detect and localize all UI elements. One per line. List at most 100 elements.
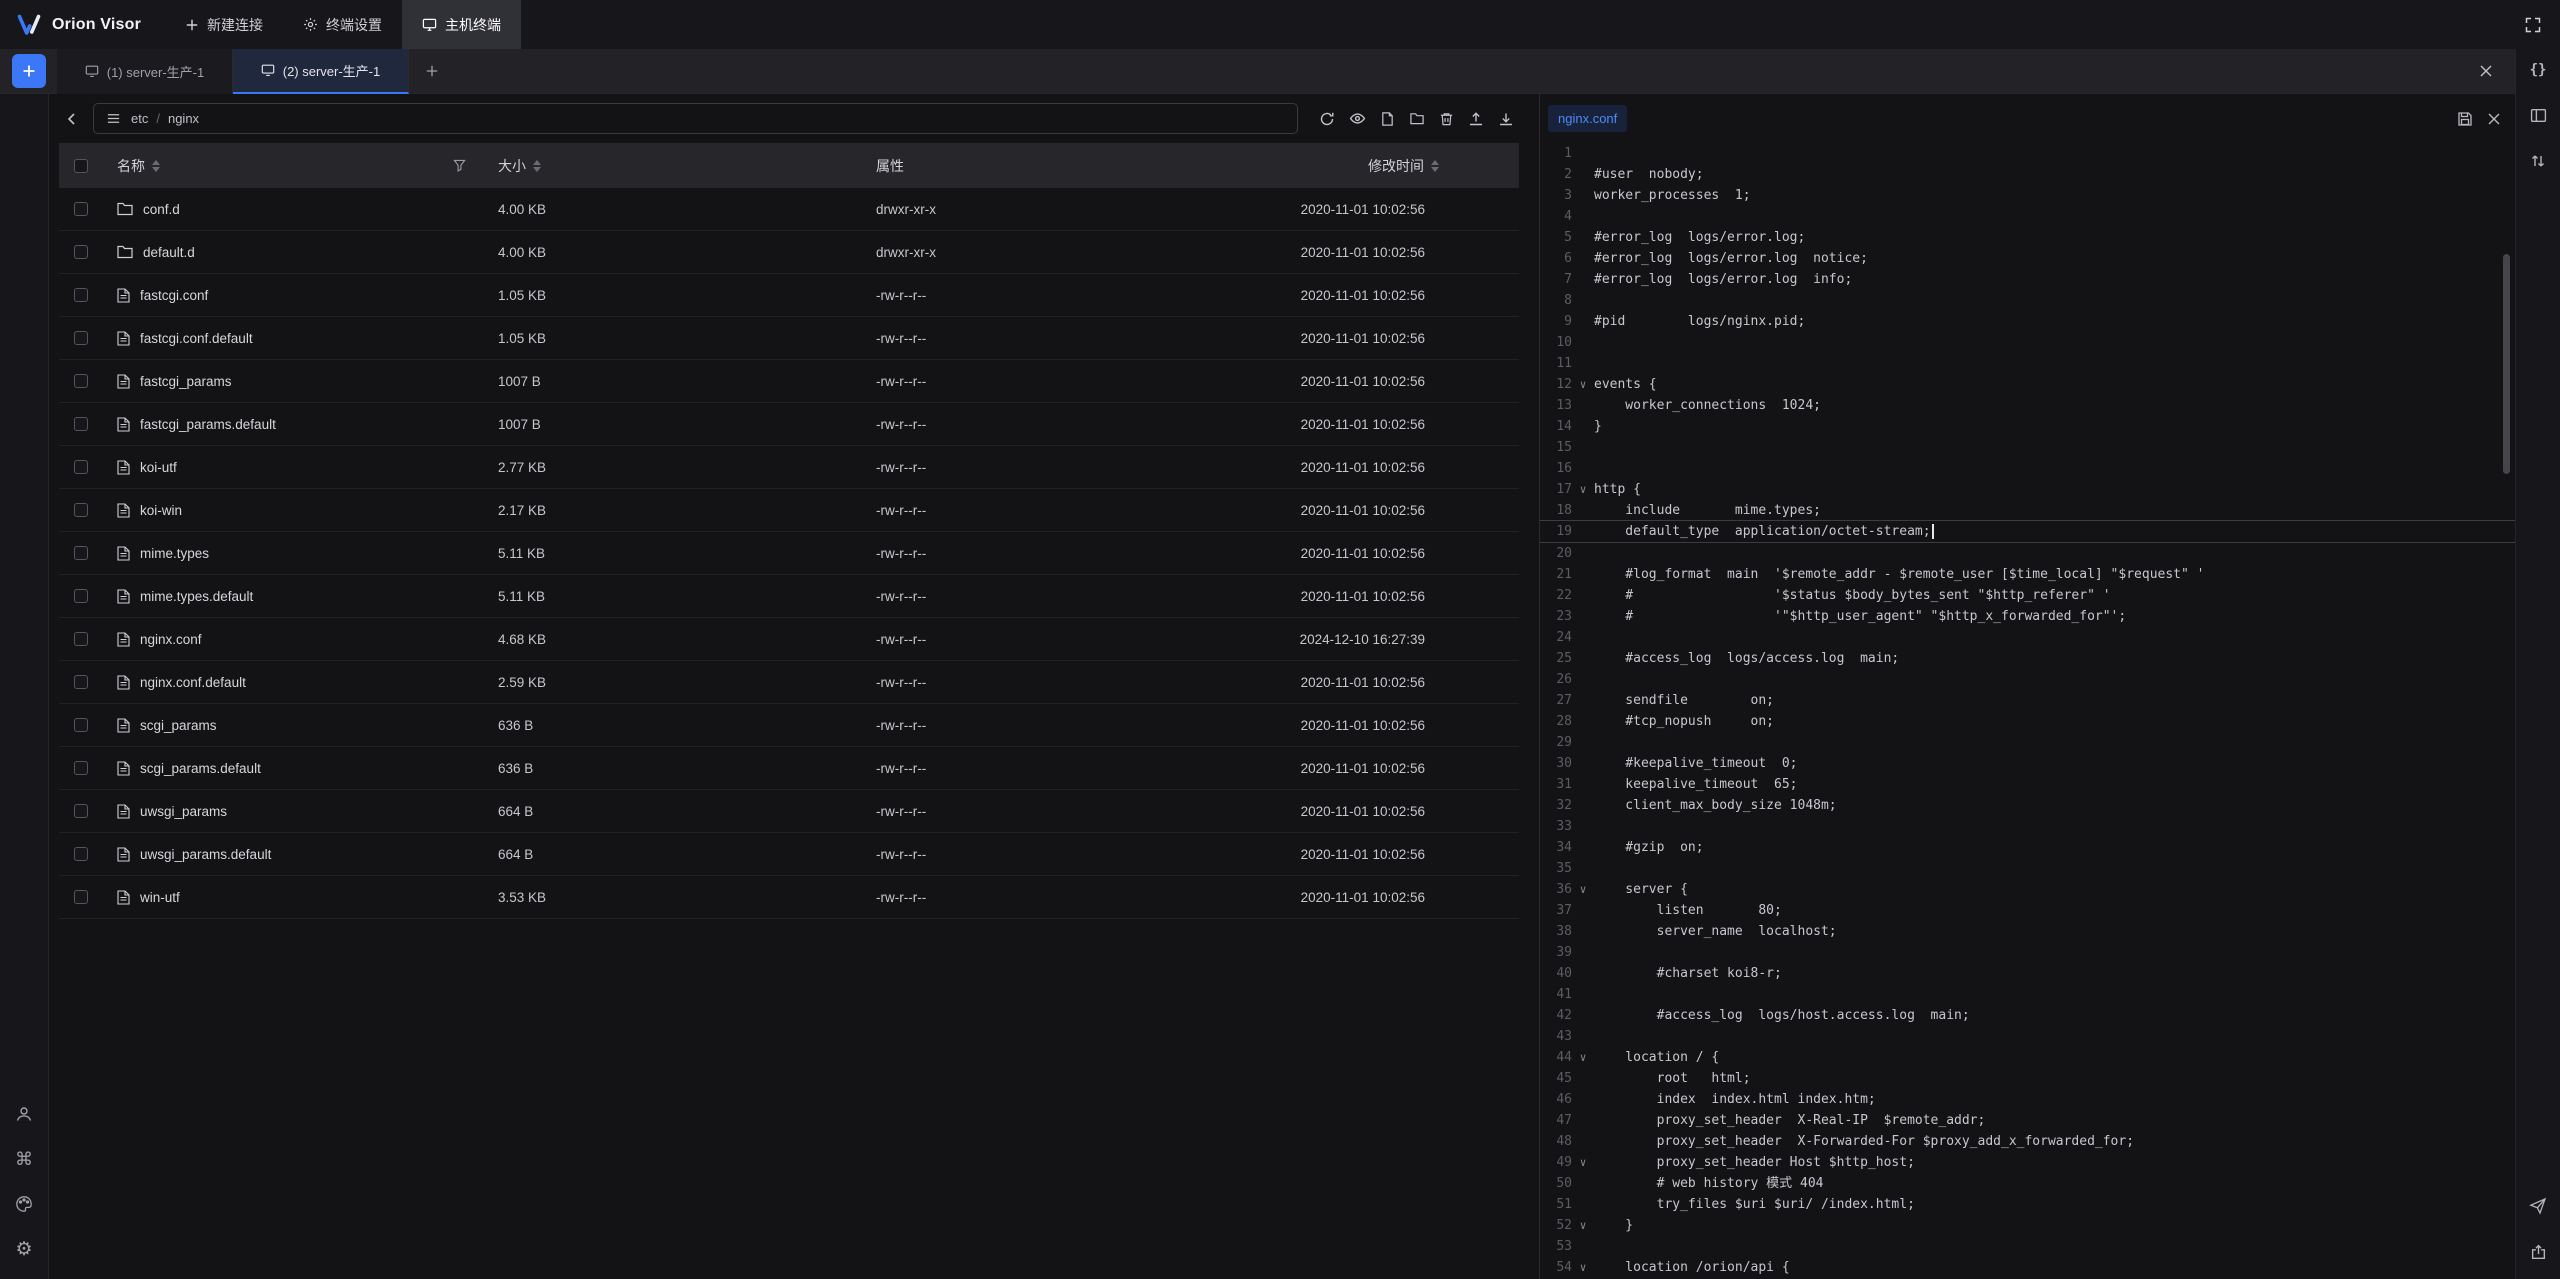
new-file-icon[interactable] [1375,106,1400,132]
code-line[interactable]: 30 #keepalive_timeout 0; [1540,753,2515,774]
menu-terminal-settings[interactable]: 终端设置 [283,0,402,49]
code-line[interactable]: 41 [1540,984,2515,1005]
code-line[interactable]: 38 server_name localhost; [1540,921,2515,942]
code-line[interactable]: 21 #log_format main '$remote_addr - $rem… [1540,564,2515,585]
code-line[interactable]: 32 client_max_body_size 1048m; [1540,795,2515,816]
file-row[interactable]: uwsgi_params664 B-rw-r--r--2020-11-01 10… [59,790,1519,833]
editor-file-tab[interactable]: nginx.conf [1548,105,1627,132]
file-row[interactable]: mime.types5.11 KB-rw-r--r--2020-11-01 10… [59,532,1519,575]
filter-funnel-icon[interactable] [453,159,466,172]
file-row[interactable]: win-utf3.53 KB-rw-r--r--2020-11-01 10:02… [59,876,1519,919]
code-line[interactable]: 39 [1540,942,2515,963]
code-line[interactable]: 52∨ } [1540,1215,2515,1236]
code-line[interactable]: 47 proxy_set_header X-Real-IP $remote_ad… [1540,1110,2515,1131]
code-line[interactable]: 2#user nobody; [1540,164,2515,185]
row-checkbox[interactable] [59,847,103,861]
code-line[interactable]: 13 worker_connections 1024; [1540,395,2515,416]
code-line[interactable]: 15 [1540,437,2515,458]
code-line[interactable]: 36∨ server { [1540,879,2515,900]
file-row[interactable]: nginx.conf.default2.59 KB-rw-r--r--2020-… [59,661,1519,704]
send-command-icon[interactable] [2529,1197,2547,1215]
code-line[interactable]: 27 sendfile on; [1540,690,2515,711]
column-header-mtime[interactable]: 修改时间 [1296,156,1519,176]
code-line[interactable]: 22 # '$status $body_bytes_sent "$http_re… [1540,585,2515,606]
file-name[interactable]: nginx.conf.default [140,675,246,690]
row-checkbox[interactable] [59,202,103,216]
code-line[interactable]: 42 #access_log logs/host.access.log main… [1540,1005,2515,1026]
directory-list-icon[interactable] [104,109,123,128]
gear-icon[interactable]: ⚙ [15,1240,32,1259]
new-folder-icon[interactable] [1404,106,1430,131]
new-connection-button[interactable] [12,54,46,88]
file-name[interactable]: conf.d [143,202,180,217]
row-checkbox[interactable] [59,761,103,775]
code-line[interactable]: 34 #gzip on; [1540,837,2515,858]
file-name[interactable]: mime.types.default [140,589,253,604]
code-line[interactable]: 4 [1540,206,2515,227]
code-line[interactable]: 24 [1540,627,2515,648]
file-row[interactable]: uwsgi_params.default664 B-rw-r--r--2020-… [59,833,1519,876]
refresh-icon[interactable] [1314,106,1340,132]
code-line[interactable]: 11 [1540,353,2515,374]
file-row[interactable]: koi-utf2.77 KB-rw-r--r--2020-11-01 10:02… [59,446,1519,489]
file-name[interactable]: scgi_params.default [140,761,261,776]
code-line[interactable]: 44∨ location / { [1540,1047,2515,1068]
code-line[interactable]: 26 [1540,669,2515,690]
transfer-arrows-icon[interactable] [2530,153,2546,169]
side-panel-icon[interactable] [2530,107,2547,124]
row-checkbox[interactable] [59,460,103,474]
file-name[interactable]: fastcgi_params.default [140,417,276,432]
column-header-attrs[interactable]: 属性 [876,156,1296,176]
fold-chevron-icon[interactable]: ∨ [1572,1257,1594,1278]
code-line[interactable]: 43 [1540,1026,2515,1047]
file-row[interactable]: fastcgi_params.default1007 B-rw-r--r--20… [59,403,1519,446]
file-name[interactable]: koi-win [140,503,182,518]
code-line[interactable]: 48 proxy_set_header X-Forwarded-For $pro… [1540,1131,2515,1152]
row-checkbox[interactable] [59,675,103,689]
code-editor[interactable]: 12#user nobody;3worker_processes 1;45#er… [1540,143,2515,1279]
file-row[interactable]: mime.types.default5.11 KB-rw-r--r--2020-… [59,575,1519,618]
download-icon[interactable] [1493,106,1519,132]
code-line[interactable]: 33 [1540,816,2515,837]
code-line[interactable]: 9#pid logs/nginx.pid; [1540,311,2515,332]
code-line[interactable]: 23 # '"$http_user_agent" "$http_x_forwar… [1540,606,2515,627]
code-line[interactable]: 29 [1540,732,2515,753]
variables-braces-icon[interactable]: {} [2530,62,2547,78]
file-row[interactable]: conf.d4.00 KBdrwxr-xr-x2020-11-01 10:02:… [59,188,1519,231]
tab-server-1[interactable]: (1) server-生产-1 [57,49,233,94]
fold-chevron-icon[interactable]: ∨ [1572,374,1594,395]
row-checkbox[interactable] [59,288,103,302]
export-box-icon[interactable] [2530,1244,2547,1261]
file-row[interactable]: default.d4.00 KBdrwxr-xr-x2020-11-01 10:… [59,231,1519,274]
file-name[interactable]: fastcgi_params [140,374,232,389]
code-line[interactable]: 12∨events { [1540,374,2515,395]
fold-chevron-icon[interactable]: ∨ [1572,1152,1594,1173]
menu-host-terminal[interactable]: 主机终端 [402,0,521,49]
code-line[interactable]: 6#error_log logs/error.log notice; [1540,248,2515,269]
file-name[interactable]: scgi_params [140,718,217,733]
code-line[interactable]: 3worker_processes 1; [1540,185,2515,206]
row-checkbox[interactable] [59,331,103,345]
row-checkbox[interactable] [59,589,103,603]
file-row[interactable]: fastcgi.conf1.05 KB-rw-r--r--2020-11-01 … [59,274,1519,317]
row-checkbox[interactable] [59,546,103,560]
breadcrumb-item-etc[interactable]: etc [131,111,148,126]
code-line[interactable]: 54∨ location /orion/api { [1540,1257,2515,1278]
code-line[interactable]: 14} [1540,416,2515,437]
file-row[interactable]: scgi_params.default636 B-rw-r--r--2020-1… [59,747,1519,790]
code-line[interactable]: 50 # web history 模式 404 [1540,1173,2515,1194]
file-name[interactable]: fastcgi.conf [140,288,208,303]
code-line[interactable]: 20 [1540,543,2515,564]
row-checkbox[interactable] [59,417,103,431]
tab-server-2[interactable]: (2) server-生产-1 [233,49,409,94]
command-icon[interactable]: ⌘ [15,1150,33,1168]
code-line[interactable]: 28 #tcp_nopush on; [1540,711,2515,732]
file-name[interactable]: win-utf [140,890,180,905]
file-row[interactable]: nginx.conf4.68 KB-rw-r--r--2024-12-10 16… [59,618,1519,661]
select-all-checkbox[interactable] [59,159,103,173]
fold-chevron-icon[interactable]: ∨ [1572,879,1594,900]
menu-new-connection[interactable]: 新建连接 [165,0,283,49]
code-line[interactable]: 25 #access_log logs/access.log main; [1540,648,2515,669]
code-line[interactable]: 40 #charset koi8-r; [1540,963,2515,984]
new-tab-button[interactable] [409,64,455,78]
